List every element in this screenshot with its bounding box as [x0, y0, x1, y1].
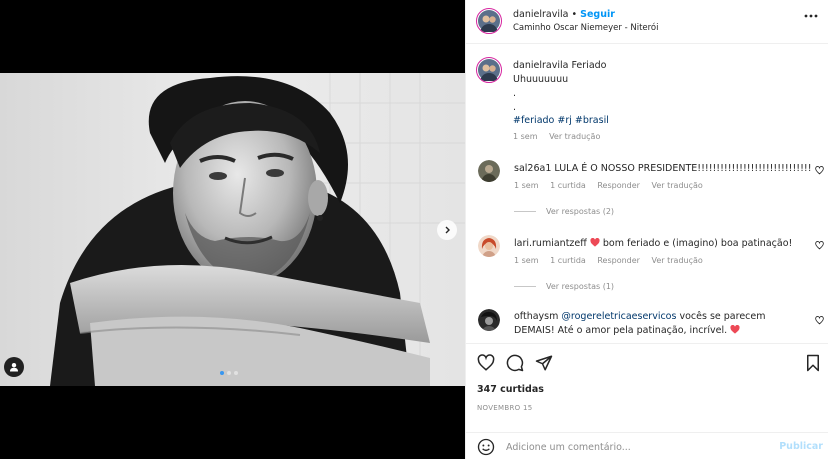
- view-replies-button[interactable]: Ver respostas (2): [514, 207, 614, 216]
- avatar[interactable]: [476, 8, 502, 34]
- user-tag-icon: [10, 363, 18, 372]
- post-details-panel: danielravila • Seguir Caminho Oscar Niem…: [465, 0, 828, 459]
- avatar-image: [478, 235, 500, 257]
- reply-button[interactable]: Responder: [597, 256, 640, 265]
- post-location[interactable]: Caminho Oscar Niemeyer - Niterói: [513, 23, 659, 33]
- avatar-image: [478, 10, 500, 32]
- add-comment-bar: Publicar: [466, 432, 828, 459]
- comment-meta: 1 sem 1 curtida Responder Ver tradução: [514, 181, 712, 190]
- heart-icon[interactable]: [815, 166, 824, 175]
- replies-line: [514, 286, 536, 287]
- caption-username[interactable]: danielravila: [513, 60, 568, 71]
- more-icon[interactable]: [804, 14, 818, 18]
- post-header: danielravila • Seguir Caminho Oscar Niem…: [466, 0, 828, 44]
- share-icon[interactable]: [535, 354, 553, 372]
- view-replies-label: Ver respostas (2): [546, 207, 615, 216]
- view-replies-label: Ver respostas (1): [546, 282, 615, 291]
- likes-count[interactable]: 347 curtidas: [477, 384, 544, 395]
- avatar-image: [478, 59, 500, 81]
- bookmark-icon[interactable]: [804, 354, 822, 372]
- separator: •: [571, 9, 578, 20]
- avatar-image: [478, 160, 500, 182]
- comment-mention[interactable]: @rogereletricaeservicos: [561, 311, 676, 322]
- chevron-right-icon: [445, 226, 450, 234]
- comment-text-line: ofthaysm @rogereletricaeservicos vocês s…: [514, 310, 766, 323]
- post-media: [0, 0, 465, 459]
- caption-text: Uhuuuuuuu: [513, 74, 569, 85]
- translate-link[interactable]: Ver tradução: [652, 181, 703, 190]
- comment-text: LULA É O NOSSO PRESIDENTE!!!!!!!!!!!!!!!…: [554, 163, 812, 174]
- caption-text: Feriado: [571, 60, 607, 71]
- red-heart-emoji-icon: [730, 324, 740, 334]
- comment-text-line: DEMAIS! Até o amor pela patinação, incrí…: [514, 324, 740, 337]
- comment-likes[interactable]: 1 curtida: [550, 256, 586, 265]
- next-slide-button[interactable]: [437, 220, 457, 240]
- carousel-indicator: [220, 371, 238, 375]
- caption-text: .: [513, 88, 517, 99]
- view-replies-button[interactable]: Ver respostas (1): [514, 282, 614, 291]
- red-heart-emoji-icon: [590, 237, 600, 247]
- comment-likes[interactable]: 1 curtida: [550, 181, 586, 190]
- avatar[interactable]: [478, 235, 500, 257]
- comment-input[interactable]: [506, 438, 756, 456]
- post-actions: 347 curtidas NOVEMBRO 15 Publicar: [466, 343, 828, 459]
- heart-icon[interactable]: [815, 241, 824, 250]
- publish-button[interactable]: Publicar: [779, 441, 823, 452]
- comment-username[interactable]: lari.rumiantzeff: [514, 238, 587, 249]
- follow-button[interactable]: Seguir: [580, 9, 615, 20]
- comment-text: vocês se parecem: [679, 311, 766, 322]
- user-tags-button[interactable]: [4, 357, 24, 377]
- comment-text: bom feriado e (imagino) boa patinação!: [602, 238, 793, 249]
- translate-link[interactable]: Ver tradução: [652, 256, 703, 265]
- comment-meta: 1 sem 1 curtida Responder Ver tradução: [514, 256, 712, 265]
- comment-icon[interactable]: [506, 354, 524, 372]
- post-username[interactable]: danielravila: [513, 9, 568, 20]
- avatar[interactable]: [476, 57, 502, 83]
- emoji-icon[interactable]: [477, 438, 495, 456]
- avatar[interactable]: [478, 160, 500, 182]
- carousel-dot: [234, 371, 238, 375]
- comment-username[interactable]: sal26a1: [514, 163, 551, 174]
- post-date: NOVEMBRO 15: [477, 404, 533, 412]
- caption-time[interactable]: 1 sem: [513, 132, 538, 141]
- replies-line: [514, 211, 536, 212]
- comment-text-line: lari.rumiantzeff bom feriado e (imagino)…: [514, 237, 792, 250]
- comment-username[interactable]: ofthaysm: [514, 311, 558, 322]
- comments-list[interactable]: danielravila Feriado Uhuuuuuuu . . #feri…: [466, 44, 828, 343]
- heart-icon[interactable]: [477, 354, 495, 372]
- comment-time[interactable]: 1 sem: [514, 181, 539, 190]
- post-photo[interactable]: [0, 73, 465, 386]
- comment-text: DEMAIS! Até o amor pela patinação, incrí…: [514, 325, 728, 336]
- comment-text-line: sal26a1 LULA É O NOSSO PRESIDENTE!!!!!!!…: [514, 162, 812, 175]
- avatar-image: [478, 309, 500, 331]
- avatar[interactable]: [478, 309, 500, 331]
- heart-icon[interactable]: [815, 316, 824, 325]
- carousel-dot: [227, 371, 231, 375]
- caption-hashtags[interactable]: #feriado #rj #brasil: [513, 114, 609, 127]
- comment-time[interactable]: 1 sem: [514, 256, 539, 265]
- caption-line: danielravila Feriado: [513, 59, 606, 72]
- caption-text: .: [513, 102, 517, 113]
- carousel-dot: [220, 371, 224, 375]
- translate-link[interactable]: Ver tradução: [549, 132, 600, 141]
- reply-button[interactable]: Responder: [597, 181, 640, 190]
- caption-meta: 1 sem Ver tradução: [513, 132, 609, 141]
- post-photo-image: [0, 73, 465, 386]
